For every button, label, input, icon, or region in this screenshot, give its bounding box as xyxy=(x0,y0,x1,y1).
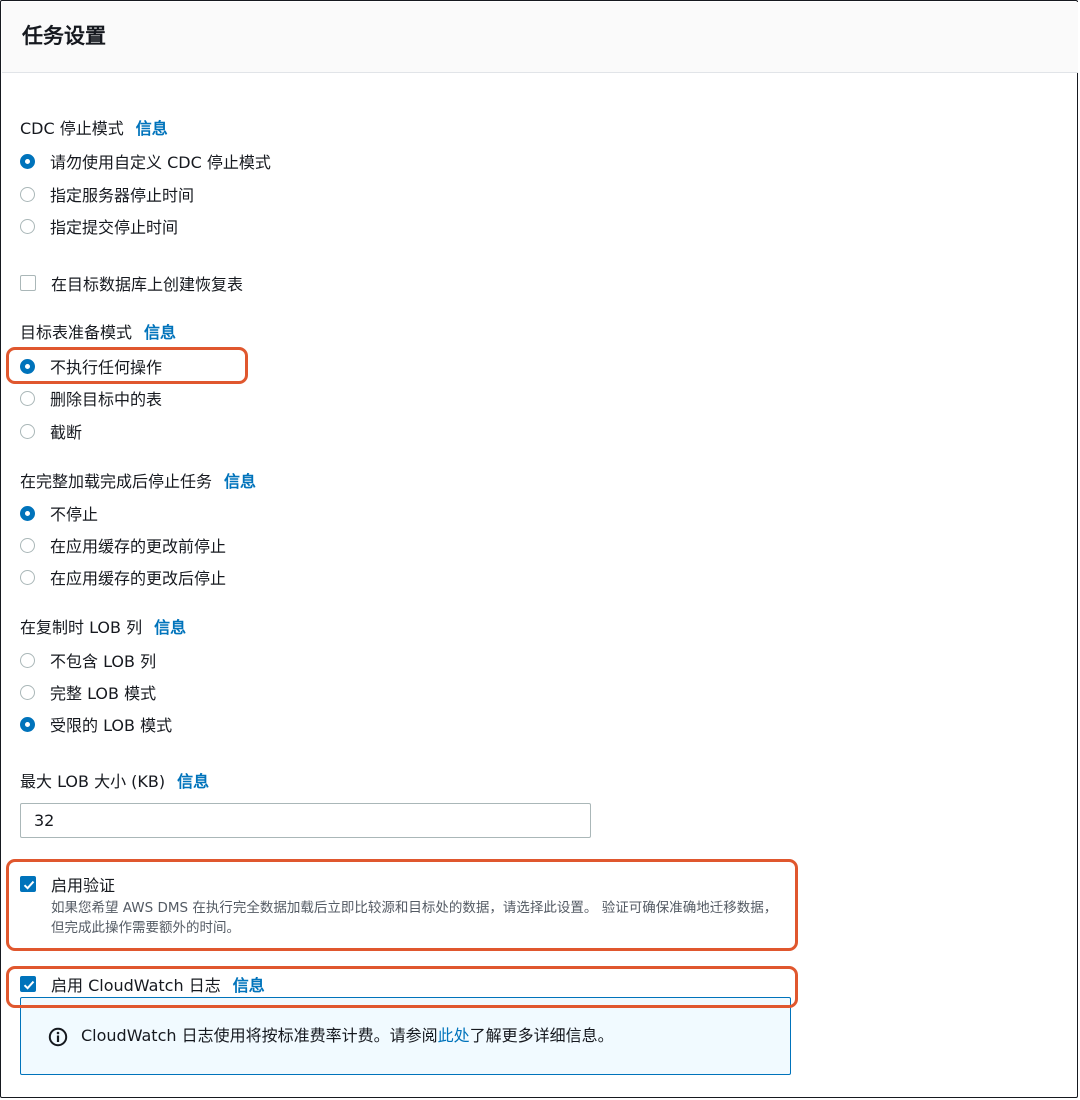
panel-header: 任务设置 xyxy=(2,2,1078,73)
info-link[interactable]: 信息 xyxy=(136,119,168,138)
radio-button[interactable] xyxy=(20,186,35,202)
radio-dont-stop[interactable]: 不停止 xyxy=(20,502,98,524)
radio-button[interactable] xyxy=(20,684,35,700)
radio-button-checked[interactable] xyxy=(20,505,35,521)
radio-limited-lob[interactable]: 受限的 LOB 模式 xyxy=(20,713,172,735)
max-lob-size-input[interactable]: 32 xyxy=(20,803,591,838)
radio-truncate[interactable]: 截断 xyxy=(20,420,82,442)
page-title: 任务设置 xyxy=(22,24,106,48)
target-prep-mode-label: 目标表准备模式 信息 xyxy=(20,323,177,342)
stop-after-full-load-label: 在完整加载完成后停止任务 信息 xyxy=(20,472,257,491)
radio-cdc-commit-time[interactable]: 指定提交停止时间 xyxy=(20,215,178,237)
radio-button[interactable] xyxy=(20,569,35,585)
info-link[interactable]: 信息 xyxy=(144,323,176,342)
info-circle-icon xyxy=(48,1027,68,1047)
radio-cdc-no-custom[interactable]: 请勿使用自定义 CDC 停止模式 xyxy=(20,150,271,172)
highlight-box xyxy=(6,347,248,384)
highlight-box xyxy=(6,966,798,1008)
lob-columns-label: 在复制时 LOB 列信息 xyxy=(20,618,187,637)
radio-button[interactable] xyxy=(20,218,35,234)
radio-no-lob[interactable]: 不包含 LOB 列 xyxy=(20,649,156,671)
radio-stop-after-cached[interactable]: 在应用缓存的更改后停止 xyxy=(20,566,226,588)
max-lob-size-label: 最大 LOB 大小 (KB) 信息 xyxy=(20,772,210,791)
radio-stop-before-cached[interactable]: 在应用缓存的更改前停止 xyxy=(20,534,226,556)
checkbox-recovery-table[interactable]: 在目标数据库上创建恢复表 xyxy=(20,272,243,294)
alert-link-here[interactable]: 此处 xyxy=(438,1026,470,1045)
info-link[interactable]: 信息 xyxy=(177,772,209,791)
radio-button[interactable] xyxy=(20,652,35,668)
highlight-box xyxy=(6,859,798,951)
radio-button[interactable] xyxy=(20,390,35,406)
cloudwatch-alert-text: CloudWatch 日志使用将按标准费率计费。请参阅此处了解更多详细信息。 xyxy=(81,1026,614,1045)
radio-drop-tables[interactable]: 删除目标中的表 xyxy=(20,387,162,409)
radio-button[interactable] xyxy=(20,423,35,439)
checkbox[interactable] xyxy=(20,275,36,291)
radio-button-checked[interactable] xyxy=(20,153,35,169)
radio-full-lob[interactable]: 完整 LOB 模式 xyxy=(20,681,156,703)
radio-button-checked[interactable] xyxy=(20,716,35,732)
cdc-stop-mode-label: CDC 停止模式 信息 xyxy=(20,119,168,138)
radio-cdc-server-time[interactable]: 指定服务器停止时间 xyxy=(20,183,194,205)
info-link[interactable]: 信息 xyxy=(154,618,186,637)
info-link[interactable]: 信息 xyxy=(224,472,256,491)
radio-button[interactable] xyxy=(20,537,35,553)
